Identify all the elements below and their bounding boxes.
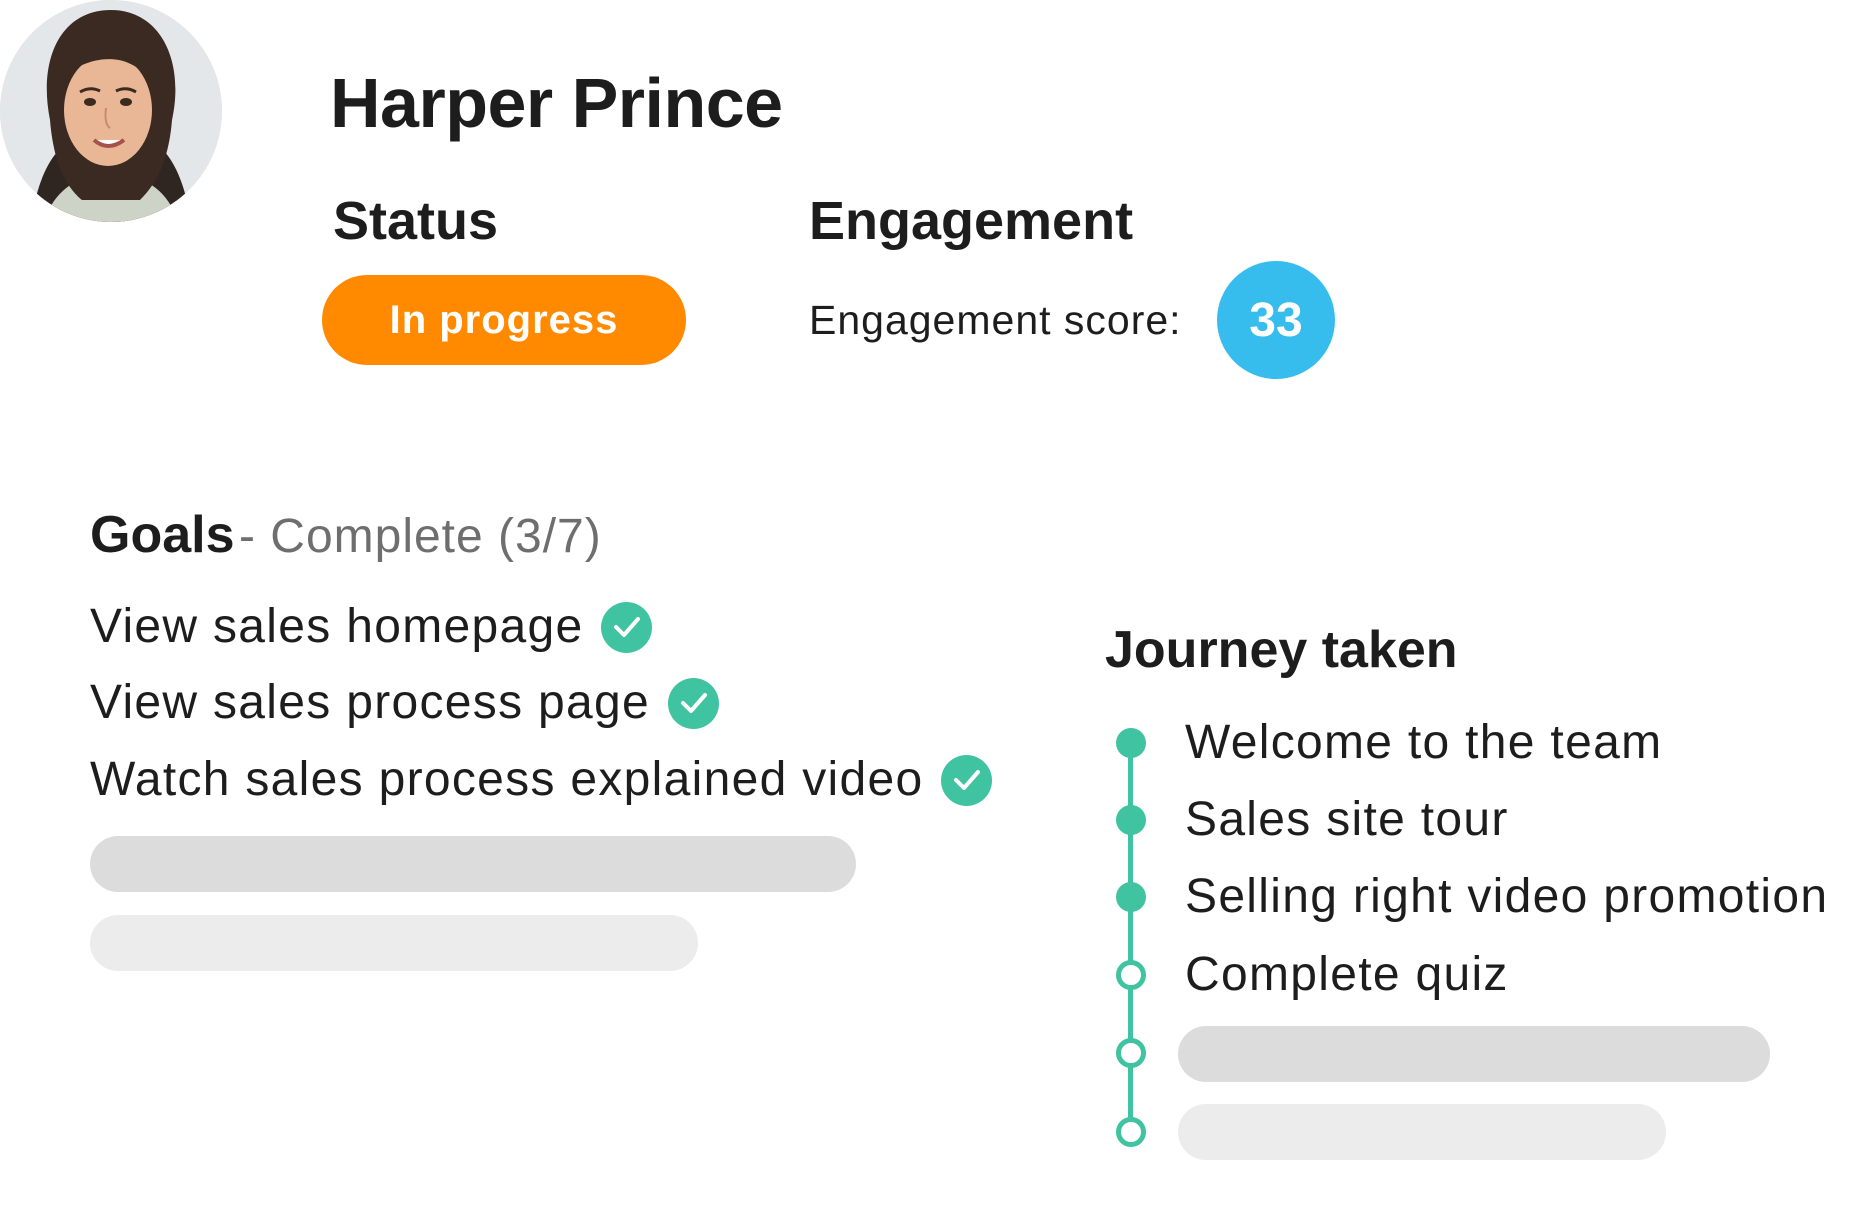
journey-step-label: Sales site tour (1185, 793, 1509, 846)
goals-progress-text: - Complete (3/7) (238, 510, 602, 563)
goal-item: View sales process page (90, 673, 719, 733)
engagement-score-badge: 33 (1217, 261, 1335, 379)
journey-step-marker (1116, 805, 1146, 835)
journey-step-marker (1116, 728, 1146, 758)
journey-step-marker (1116, 882, 1146, 912)
status-badge[interactable]: In progress (322, 275, 686, 365)
goal-label: View sales process page (90, 676, 650, 729)
check-circle-icon (601, 601, 653, 653)
journey-step-marker (1116, 1117, 1146, 1147)
journey-step-marker (1116, 960, 1146, 990)
profile-name: Harper Prince (330, 64, 783, 142)
goal-placeholder (90, 836, 856, 892)
engagement-heading: Engagement (809, 191, 1134, 251)
user-avatar-photo (0, 0, 222, 222)
check-circle-icon (668, 677, 719, 729)
engagement-score-label: Engagement score: (809, 297, 1182, 343)
journey-step-marker (1116, 1038, 1146, 1068)
goal-item: Watch sales process explained video (90, 750, 993, 810)
goal-placeholder (90, 915, 698, 971)
journey-step-label: Complete quiz (1185, 948, 1509, 1001)
check-circle-icon (941, 754, 993, 806)
goal-label: View sales homepage (90, 600, 584, 653)
avatar (0, 0, 222, 222)
goals-heading: Goals (90, 506, 235, 564)
journey-step-label: Welcome to the team (1185, 716, 1663, 769)
journey-placeholder (1178, 1104, 1666, 1160)
goal-item: View sales homepage (90, 597, 653, 657)
goals-title: Goals - Complete (3/7) (90, 505, 602, 578)
status-heading: Status (333, 191, 499, 251)
journey-step-label: Selling right video promotion (1185, 870, 1829, 923)
journey-title: Journey taken (1105, 621, 1458, 679)
goal-label: Watch sales process explained video (90, 753, 924, 806)
journey-placeholder (1178, 1026, 1770, 1082)
journey-timeline-line (1128, 742, 1133, 1130)
